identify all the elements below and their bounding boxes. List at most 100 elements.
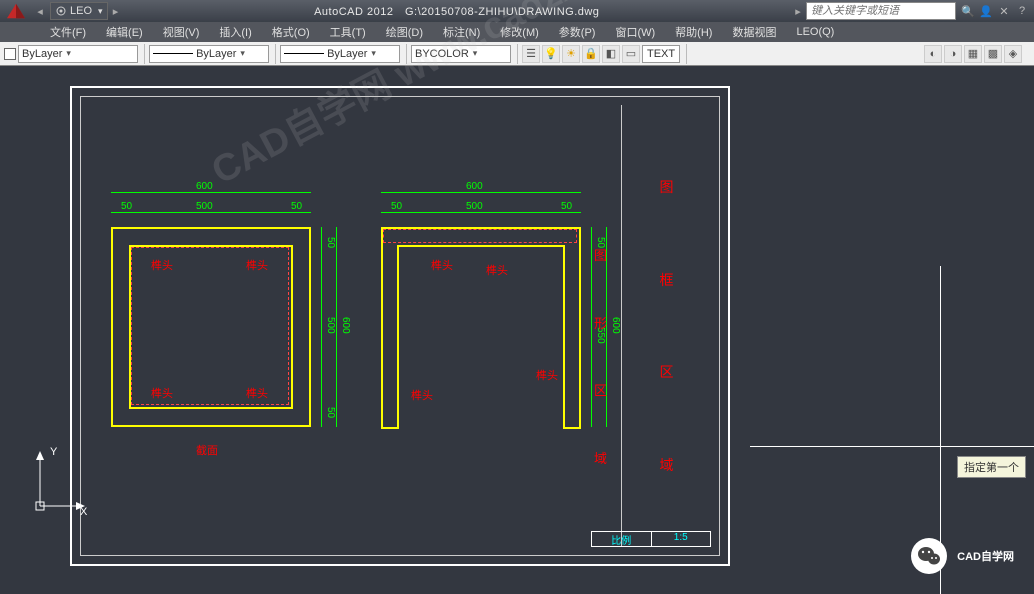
tool-icon-1[interactable]: ◐ bbox=[924, 45, 942, 63]
linetype-select[interactable]: ByLayer bbox=[149, 45, 269, 63]
shape-edge bbox=[111, 425, 311, 427]
title-block-scale: 1:5 bbox=[652, 532, 711, 546]
title-right-icons: 🔍 👤 ✕ ? bbox=[960, 3, 1034, 19]
title-bar: ◂ LEO ▸ AutoCAD 2012 G:\20150708-ZHIHU\D… bbox=[0, 0, 1034, 22]
menu-insert[interactable]: 插入(I) bbox=[209, 22, 261, 42]
tool-icon-4[interactable]: ▩ bbox=[984, 45, 1002, 63]
exchange-icon[interactable]: ✕ bbox=[996, 3, 1012, 19]
shape-edge bbox=[563, 245, 565, 427]
shape-edge bbox=[397, 245, 399, 427]
signin-icon[interactable]: 👤 bbox=[978, 3, 994, 19]
plotstyle-select[interactable]: BYCOLOR bbox=[411, 45, 511, 63]
drawing-frame-inner: 600 50 500 50 50 500 50 600 榫头 bbox=[80, 96, 720, 556]
dim-line bbox=[111, 192, 311, 193]
dim-line bbox=[591, 227, 592, 427]
dim-text: 50 bbox=[291, 201, 302, 212]
menu-tool[interactable]: 工具(T) bbox=[320, 22, 376, 42]
drawing-workspace[interactable]: 600 50 500 50 50 500 50 600 榫头 bbox=[0, 66, 1034, 594]
shape-edge bbox=[381, 427, 399, 429]
annotation-label: 榫头 bbox=[431, 257, 453, 273]
dim-text: 500 bbox=[196, 201, 213, 212]
menu-bar: 文件(F) 编辑(E) 视图(V) 插入(I) 格式(O) 工具(T) 绘图(D… bbox=[0, 22, 1034, 42]
menu-help[interactable]: 帮助(H) bbox=[665, 22, 722, 42]
app-logo[interactable] bbox=[0, 0, 32, 22]
tool-icon-3[interactable]: ▦ bbox=[964, 45, 982, 63]
menu-view[interactable]: 视图(V) bbox=[153, 22, 210, 42]
menu-format[interactable]: 格式(O) bbox=[262, 22, 320, 42]
quick-access-right[interactable]: ▸ bbox=[108, 5, 124, 18]
branding-footer: CAD自学网 bbox=[911, 538, 1014, 574]
drawing-area-label: 图 形 区 域 bbox=[594, 197, 614, 515]
dim-text: 50 bbox=[391, 201, 402, 212]
properties-toolbar: ByLayer ByLayer ByLayer BYCOLOR ☰ 💡 ☀ 🔒 … bbox=[0, 42, 1034, 66]
lineweight-select[interactable]: ByLayer bbox=[280, 45, 400, 63]
shape-edge bbox=[309, 227, 311, 427]
dim-line bbox=[111, 212, 311, 213]
menu-window[interactable]: 窗口(W) bbox=[605, 22, 665, 42]
menu-edit[interactable]: 编辑(E) bbox=[96, 22, 153, 42]
wechat-icon bbox=[911, 538, 947, 574]
color-swatch[interactable] bbox=[4, 48, 16, 60]
dim-line bbox=[321, 227, 322, 427]
text-tool[interactable]: TEXT bbox=[642, 45, 680, 63]
menu-draw[interactable]: 绘图(D) bbox=[376, 22, 433, 42]
menu-dataview[interactable]: 数据视图 bbox=[722, 22, 786, 42]
annotation-label: 榫头 bbox=[486, 262, 508, 278]
drawing-frame-outer: 600 50 500 50 50 500 50 600 榫头 bbox=[70, 86, 730, 566]
title-block-label: 比例 bbox=[592, 532, 652, 546]
menu-dimension[interactable]: 标注(N) bbox=[433, 22, 490, 42]
annotation-label: 榫头 bbox=[411, 387, 433, 403]
search-go-icon[interactable]: 🔍 bbox=[960, 3, 976, 19]
shape-edge bbox=[291, 245, 293, 409]
tool-icon-5[interactable]: ◈ bbox=[1004, 45, 1022, 63]
annotation-label: 榫头 bbox=[536, 367, 558, 383]
tool-icon-2[interactable]: ◑ bbox=[944, 45, 962, 63]
shape-edge bbox=[563, 427, 581, 429]
layer-on-icon[interactable]: 💡 bbox=[542, 45, 560, 63]
window-title: AutoCAD 2012 G:\20150708-ZHIHU\DRAWING.d… bbox=[124, 4, 790, 18]
shape-edge bbox=[111, 227, 311, 229]
dim-line bbox=[381, 212, 581, 213]
annotation-label: 榫头 bbox=[246, 385, 268, 401]
workspace-selector[interactable]: LEO bbox=[50, 2, 108, 20]
search-input[interactable] bbox=[806, 2, 956, 20]
annotation-label: 榫头 bbox=[151, 257, 173, 273]
dim-text: 50 bbox=[121, 201, 132, 212]
shape-edge bbox=[129, 407, 293, 409]
hatch-area bbox=[383, 229, 577, 243]
title-block: 比例 1:5 bbox=[591, 531, 711, 547]
layer-color-icon[interactable]: ◧ bbox=[602, 45, 620, 63]
layer-plot-icon[interactable]: ▭ bbox=[622, 45, 640, 63]
gear-icon bbox=[55, 5, 67, 17]
dim-line bbox=[336, 227, 337, 427]
dim-text: 600 bbox=[340, 317, 351, 334]
dim-text: 500 bbox=[466, 201, 483, 212]
menu-leo[interactable]: LEO(Q) bbox=[786, 24, 844, 40]
color-select[interactable]: ByLayer bbox=[18, 45, 138, 63]
menu-params[interactable]: 参数(P) bbox=[549, 22, 606, 42]
layer-manager-icon[interactable]: ☰ bbox=[522, 45, 540, 63]
dim-text: 600 bbox=[466, 181, 483, 192]
layer-lock-icon[interactable]: 🔒 bbox=[582, 45, 600, 63]
menu-modify[interactable]: 修改(M) bbox=[490, 22, 549, 42]
dim-text: 50 bbox=[561, 201, 572, 212]
dim-text: 600 bbox=[196, 181, 213, 192]
crosshair-horizontal bbox=[750, 446, 1034, 447]
annotation-label: 榫头 bbox=[246, 257, 268, 273]
help-icon[interactable]: ? bbox=[1014, 3, 1030, 19]
shape-edge bbox=[397, 245, 565, 247]
annotation-label: 截面 bbox=[196, 442, 218, 458]
shape-edge bbox=[381, 227, 383, 427]
annotation-label: 榫头 bbox=[151, 385, 173, 401]
menu-file[interactable]: 文件(F) bbox=[40, 22, 96, 42]
command-tooltip: 指定第一个 bbox=[957, 456, 1026, 478]
dim-text: 50 bbox=[325, 237, 336, 248]
ucs-icon: Y X bbox=[30, 446, 90, 519]
layer-freeze-icon[interactable]: ☀ bbox=[562, 45, 580, 63]
help-dropdown[interactable]: ▸ bbox=[790, 5, 806, 18]
dim-text: 500 bbox=[325, 317, 336, 334]
shape-edge bbox=[111, 227, 113, 427]
branding-text: CAD自学网 bbox=[957, 548, 1014, 564]
title-block-sidebar: 图 框 区 域 bbox=[621, 105, 711, 547]
quick-access-left[interactable]: ◂ bbox=[32, 5, 48, 18]
